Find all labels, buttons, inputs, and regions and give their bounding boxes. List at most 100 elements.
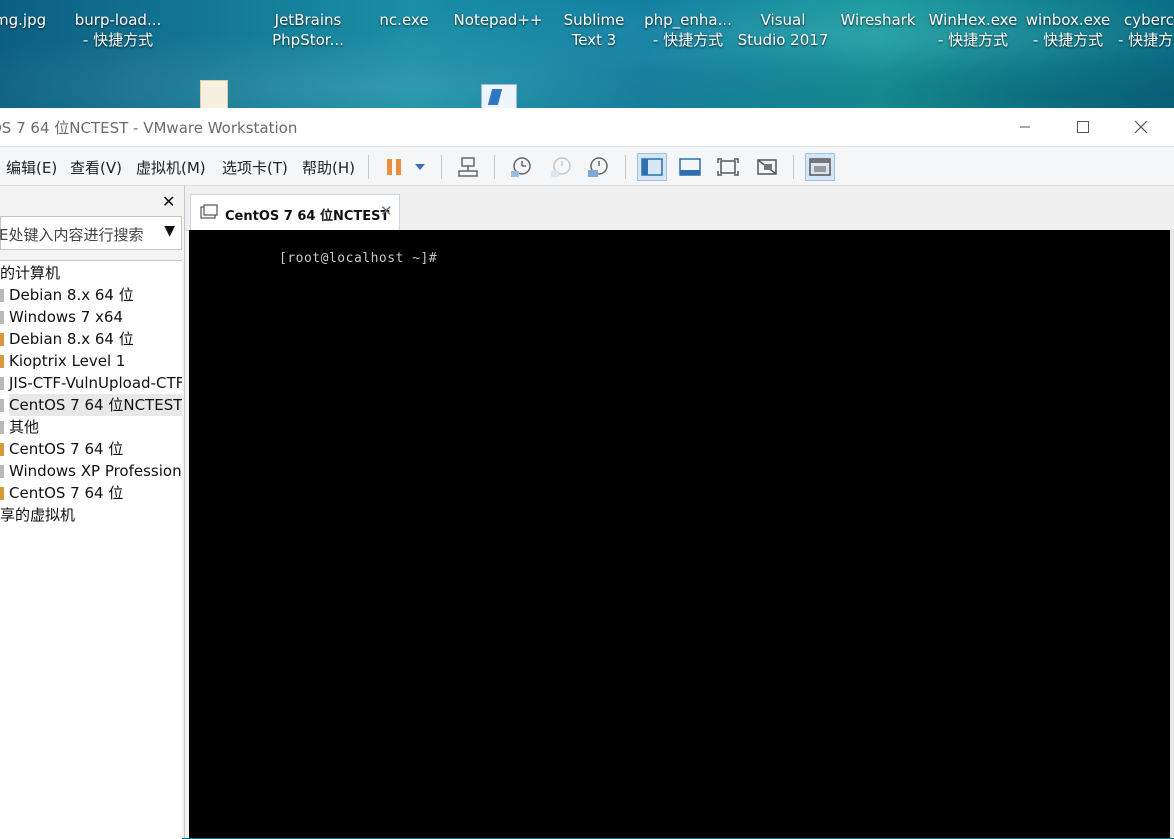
desktop-icon-label-2: - 快捷方	[1118, 31, 1174, 49]
snapshot-manager-icon	[588, 157, 608, 177]
minimize-icon	[1020, 126, 1030, 128]
vm-icon	[0, 465, 4, 478]
tree-item-label: Windows 7 x64	[9, 308, 124, 326]
library-panel: ✕ E处键入内容进行搜索 ▼ 的计算机 Debian 8.x 64 位 Wind…	[0, 186, 185, 839]
desktop-icon-label-2: - 快捷方式	[652, 31, 724, 49]
vm-tab-centos[interactable]: CentOS 7 64 位NCTEST ✕	[190, 194, 400, 230]
tab-label: CentOS 7 64 位NCTEST	[225, 209, 390, 224]
desktop-icon-burp[interactable]: burp-load... - 快捷方式	[70, 0, 166, 50]
desktop-icon-label: nc.exe	[379, 11, 429, 29]
thumbnail-view-icon	[679, 158, 701, 176]
revert-snapshot-button	[546, 153, 576, 181]
desktop-icon-label: img.jpg	[0, 11, 47, 29]
tree-item-label: CentOS 7 64 位	[9, 484, 124, 502]
window-right-edge	[1170, 230, 1174, 838]
library-view-icon	[641, 158, 663, 176]
show-library-button[interactable]	[637, 153, 667, 181]
title-bar[interactable]: OS 7 64 位NCTEST - VMware Workstation	[0, 108, 1174, 147]
minimize-button[interactable]	[996, 108, 1054, 146]
desktop-icon-label-2: - 快捷方式	[1032, 31, 1104, 49]
vm-icon	[0, 333, 4, 346]
toolbar-separator	[441, 155, 442, 179]
desktop-icon-label-2: Text 3	[571, 31, 617, 49]
close-library-icon[interactable]: ✕	[162, 192, 175, 211]
tree-item-label: 其他	[9, 418, 40, 436]
desktop-icon-label: Visual	[760, 11, 806, 29]
vm-icon	[0, 443, 4, 456]
desktop-icon-label: Notepad++	[453, 11, 543, 29]
snapshot-manager-button[interactable]	[583, 153, 613, 181]
console-view-button[interactable]	[805, 153, 835, 181]
tree-group-label: 享的虚拟机	[0, 506, 76, 524]
desktop-icon-nc[interactable]: nc.exe	[356, 0, 452, 30]
vm-running-icon	[0, 399, 4, 412]
snapshot-button[interactable]	[506, 153, 536, 181]
desktop-doc-icon[interactable]	[481, 84, 517, 108]
desktop-icon-winhex[interactable]: WinHex.exe - 快捷方式	[925, 0, 1021, 50]
network-send-icon	[458, 157, 478, 177]
vm-icon	[0, 487, 4, 500]
close-button[interactable]	[1112, 108, 1170, 146]
tree-item-label: CentOS 7 64 位NCTEST	[9, 394, 182, 416]
chevron-down-icon	[415, 164, 425, 170]
desktop-icon-label-2: Studio 2017	[737, 31, 829, 49]
tree-group-label: 的计算机	[0, 264, 61, 282]
maximize-icon	[1077, 121, 1089, 133]
vm-icon	[0, 355, 4, 368]
desktop-icon-wireshark[interactable]: Wireshark	[830, 0, 926, 30]
desktop-icon-notepadpp[interactable]: Notepad++	[450, 0, 546, 30]
full-screen-button[interactable]	[713, 153, 743, 181]
vm-console-screen[interactable]: [root@localhost ~]#	[189, 230, 1170, 838]
tree-item-label: Windows XP Professional	[9, 462, 182, 480]
library-search-input[interactable]: E处键入内容进行搜索 ▼	[0, 216, 182, 250]
thumbnail-bar-button[interactable]	[675, 153, 705, 181]
tree-item-label: Kioptrix Level 1	[9, 352, 126, 370]
chevron-down-icon[interactable]: ▼	[164, 223, 175, 239]
unity-button[interactable]	[752, 153, 782, 181]
vm-icon	[0, 311, 4, 324]
desktop-icon-label: burp-load...	[74, 11, 162, 29]
desktop-icon-label: Wireshark	[840, 11, 916, 29]
desktop-icon-label: Sublime	[563, 11, 625, 29]
desktop-file-icon[interactable]	[200, 80, 228, 108]
desktop-icon-phpstorm[interactable]: JetBrains PhpStor...	[260, 0, 356, 50]
tab-close-icon[interactable]: ✕	[380, 202, 393, 220]
menu-vm[interactable]: 虚拟机(M)	[136, 157, 206, 178]
shell-prompt: [root@localhost ~]#	[279, 251, 438, 266]
tree-item-label: Debian 8.x 64 位	[9, 330, 134, 348]
desktop-icon-winbox[interactable]: winbox.exe - 快捷方式	[1020, 0, 1116, 50]
desktop-icon-label: php_enha...	[644, 11, 732, 29]
tree-group-my-computer[interactable]: 的计算机	[0, 262, 60, 284]
menu-tabs[interactable]: 选项卡(T)	[222, 157, 288, 178]
maximize-button[interactable]	[1054, 108, 1112, 146]
console-view-icon	[809, 158, 831, 176]
tree-item-label: Debian 8.x 64 位	[9, 286, 134, 304]
vmware-window: OS 7 64 位NCTEST - VMware Workstation 编辑(…	[0, 108, 1174, 839]
menu-edit[interactable]: 编辑(E)	[6, 157, 57, 178]
pause-icon	[387, 159, 401, 175]
tree-group-shared-vms[interactable]: 享的虚拟机	[0, 504, 75, 526]
send-ctrl-alt-del-button[interactable]	[453, 153, 483, 181]
desktop-icon-cyberchef[interactable]: cyberc - 快捷方	[1108, 0, 1174, 50]
desktop-icon-visual-studio[interactable]: Visual Studio 2017	[735, 0, 831, 50]
desktop-icon-label: winbox.exe	[1025, 11, 1111, 29]
snapshot-clock-icon	[511, 157, 531, 177]
snapshot-revert-icon	[551, 157, 571, 177]
unity-mode-icon	[757, 159, 777, 175]
desktop-icon-label: cyberc	[1124, 11, 1174, 29]
desktop-icon-label: JetBrains	[274, 11, 342, 29]
desktop-icon-img[interactable]: img.jpg	[0, 0, 66, 30]
menu-view[interactable]: 查看(V)	[70, 157, 122, 178]
desktop-icon-php-enhance[interactable]: php_enha... - 快捷方式	[640, 0, 736, 50]
menu-help[interactable]: 帮助(H)	[302, 157, 355, 178]
toolbar-separator	[494, 155, 495, 179]
window-title: OS 7 64 位NCTEST - VMware Workstation	[0, 119, 298, 137]
power-dropdown-button[interactable]	[405, 153, 435, 181]
vm-icon	[0, 421, 4, 434]
desktop-icon-label-2: - 快捷方式	[82, 31, 154, 49]
fullscreen-icon	[717, 158, 739, 176]
desktop-icon-label-2: PhpStor...	[272, 31, 344, 49]
desktop-icon-sublime[interactable]: Sublime Text 3	[546, 0, 642, 50]
desktop-background: img.jpg burp-load... - 快捷方式 JetBrains Ph…	[0, 0, 1174, 108]
menu-toolbar: 编辑(E) 查看(V) 虚拟机(M) 选项卡(T) 帮助(H)	[0, 147, 1174, 186]
